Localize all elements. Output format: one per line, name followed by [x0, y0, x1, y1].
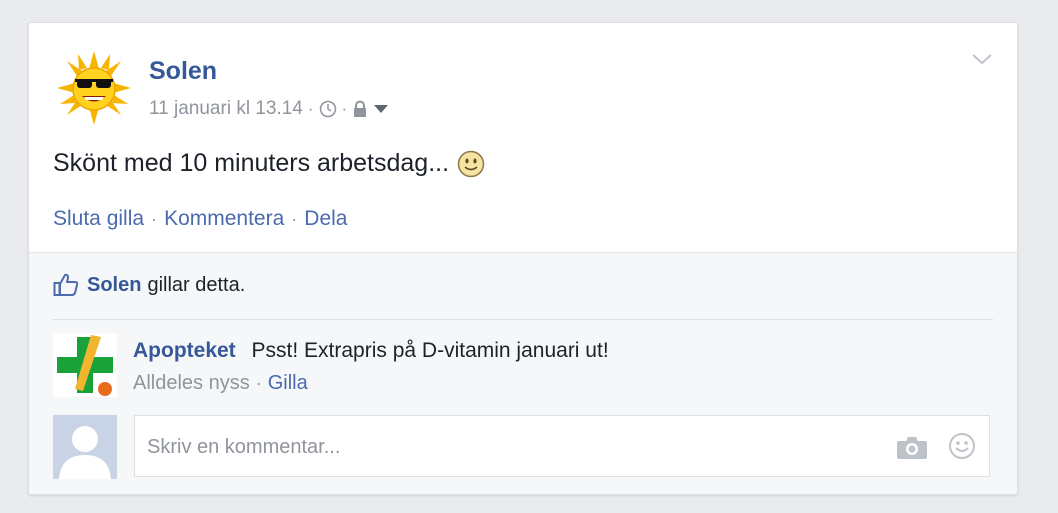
pharmacy-cross-icon[interactable]	[53, 333, 117, 397]
likes-text: gillar detta.	[147, 273, 246, 296]
comment-input[interactable]	[145, 428, 869, 466]
divider	[53, 319, 993, 320]
post-card: Solen 11 januari kl 13.14 · · Skönt med …	[28, 22, 1018, 495]
clock-icon	[319, 100, 337, 118]
post-message: Skönt med 10 minuters arbetsdag...	[53, 149, 450, 177]
post-actions: Sluta gilla · Kommentera · Dela	[53, 207, 347, 231]
share-link[interactable]: Dela	[304, 207, 347, 231]
post-author-name[interactable]: Solen	[149, 57, 217, 86]
likes-summary: Solen gillar detta.	[53, 273, 245, 297]
smile-emoji-icon	[457, 150, 485, 178]
comment-author[interactable]: Apopteket	[133, 339, 236, 362]
unlike-link[interactable]: Sluta gilla	[53, 207, 144, 231]
smiley-icon[interactable]	[948, 432, 976, 460]
post-timestamp[interactable]: 11 januari kl 13.14	[149, 98, 303, 120]
comment-meta: Alldeles nyss · Gilla	[133, 372, 308, 395]
caret-down-icon[interactable]	[374, 104, 389, 114]
post-meta: 11 januari kl 13.14 · ·	[149, 97, 389, 121]
thumbs-up-icon	[53, 273, 79, 297]
comment-text: Psst! Extrapris på D-vitamin januari ut!	[251, 339, 609, 362]
comments-section: Solen gillar detta. Apopteket Psst! Extr…	[29, 252, 1017, 494]
comment-like-link[interactable]: Gilla	[268, 372, 308, 395]
action-separator: ·	[151, 208, 158, 229]
lock-icon[interactable]	[352, 100, 368, 118]
comment-timestamp[interactable]: Alldeles nyss	[133, 372, 250, 395]
action-separator: ·	[291, 208, 298, 229]
liker-name[interactable]: Solen	[87, 274, 141, 297]
post-text: Skönt med 10 minuters arbetsdag...	[53, 149, 485, 178]
sun-with-sunglasses-icon[interactable]	[55, 49, 133, 127]
chevron-down-icon[interactable]	[969, 49, 995, 69]
comment-body: Apopteket Psst! Extrapris på D-vitamin j…	[133, 339, 609, 363]
camera-icon[interactable]	[896, 434, 928, 460]
meta-separator: ·	[341, 99, 348, 118]
default-user-avatar-icon	[53, 415, 117, 479]
comment-separator: ·	[255, 373, 262, 393]
meta-separator: ·	[307, 99, 314, 118]
comment-link[interactable]: Kommentera	[164, 207, 284, 231]
comment-composer	[134, 415, 990, 477]
